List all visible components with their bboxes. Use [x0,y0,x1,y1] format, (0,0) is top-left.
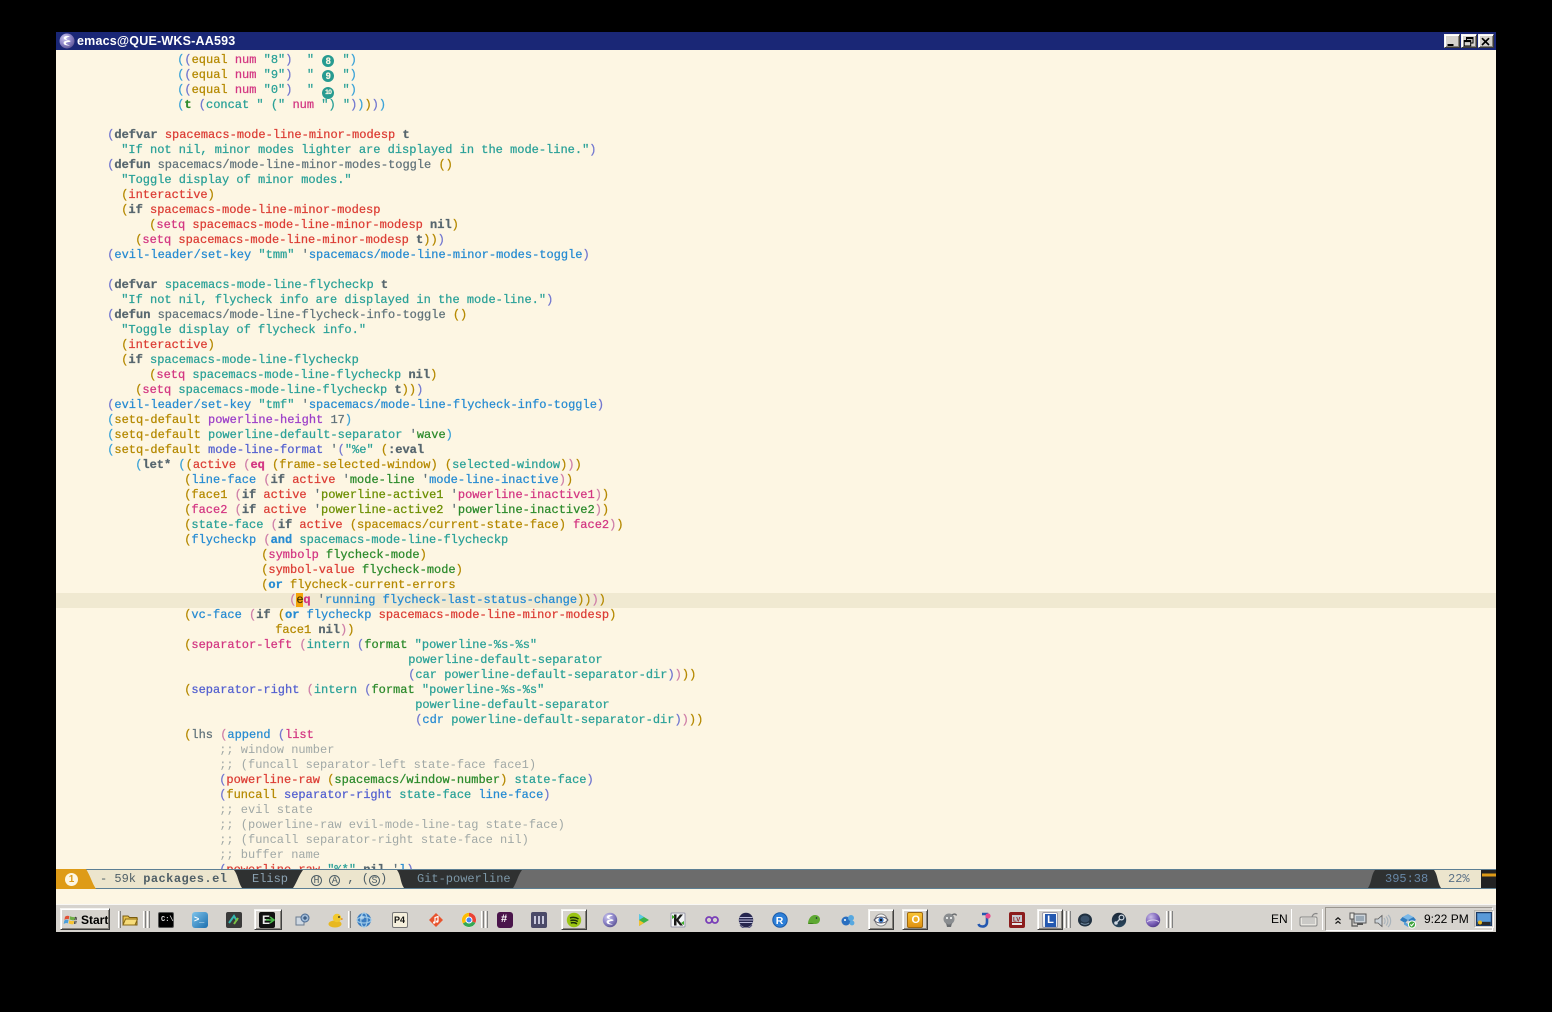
svg-text:R: R [776,915,784,927]
svg-text:LV: LV [1013,918,1020,924]
